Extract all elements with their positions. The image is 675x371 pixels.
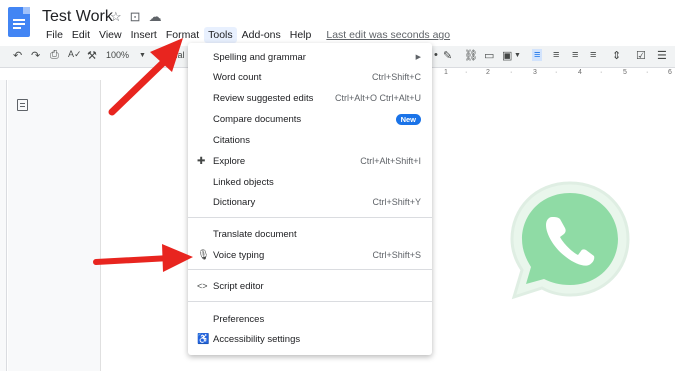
ruler-tick: · bbox=[465, 69, 468, 76]
menu-bar: File Edit View Insert Format Tools Add-o… bbox=[42, 27, 454, 43]
paint-format-icon[interactable]: ⚒ bbox=[87, 49, 97, 62]
menu-item-accessibility-settings[interactable]: ♿ Accessibility settings bbox=[188, 329, 432, 349]
menu-divider bbox=[188, 217, 432, 218]
menu-item-script-editor[interactable]: <> Script editor bbox=[188, 276, 432, 296]
tools-menu: Spelling and grammar ▶ Word count Ctrl+S… bbox=[188, 43, 432, 355]
align-right-icon[interactable]: ≡ bbox=[572, 49, 578, 61]
undo-icon[interactable]: ↶ bbox=[13, 49, 22, 62]
redo-icon[interactable]: ↷ bbox=[31, 49, 40, 62]
submenu-arrow-icon: ▶ bbox=[415, 54, 421, 61]
vertical-ruler[interactable] bbox=[0, 80, 7, 371]
google-docs-logo[interactable] bbox=[8, 7, 30, 37]
menu-item-compare-documents[interactable]: Compare documents New bbox=[188, 109, 432, 129]
menu-item-dictionary[interactable]: Dictionary Ctrl+Shift+Y bbox=[188, 192, 432, 212]
print-icon[interactable]: ⎙ bbox=[50, 49, 59, 62]
menu-tools[interactable]: Tools bbox=[204, 27, 237, 43]
move-folder-icon[interactable]: ⊡ bbox=[130, 9, 141, 25]
cloud-status-icon[interactable]: ☁ bbox=[149, 9, 162, 25]
menu-item-word-count[interactable]: Word count Ctrl+Shift+C bbox=[188, 67, 432, 87]
menu-divider bbox=[188, 269, 432, 270]
menu-divider bbox=[188, 301, 432, 302]
menu-item-preferences[interactable]: Preferences bbox=[188, 309, 432, 329]
document-title[interactable]: Test Work bbox=[42, 8, 113, 26]
ruler-tick: 4 bbox=[578, 69, 582, 76]
highlight-pen-icon[interactable]: ✎ bbox=[443, 49, 452, 62]
menu-insert[interactable]: Insert bbox=[127, 27, 161, 43]
menu-edit[interactable]: Edit bbox=[68, 27, 94, 43]
document-page[interactable] bbox=[100, 80, 188, 371]
more-icon[interactable]: • bbox=[434, 49, 438, 61]
spellcheck-icon[interactable]: A✓ bbox=[68, 49, 82, 60]
menu-format[interactable]: Format bbox=[162, 27, 203, 43]
align-left-icon[interactable]: ≡ bbox=[532, 49, 543, 61]
ruler-tick: · bbox=[600, 69, 603, 76]
star-icon[interactable]: ☆ bbox=[110, 9, 122, 25]
ruler-tick: 2 bbox=[486, 69, 490, 76]
menu-item-explore[interactable]: ✚ Explore Ctrl+Alt+Shift+I bbox=[188, 151, 432, 171]
image-dropdown-icon[interactable]: ▼ bbox=[514, 52, 521, 59]
menu-item-linked-objects[interactable]: Linked objects bbox=[188, 172, 432, 192]
menu-help[interactable]: Help bbox=[286, 27, 316, 43]
explore-icon: ✚ bbox=[197, 155, 206, 167]
horizontal-ruler[interactable]: · 1 · 2 · 3 · 4 · 5 · 6 bbox=[430, 69, 675, 78]
line-spacing-icon[interactable]: ⇕ bbox=[612, 49, 621, 62]
code-icon: <> bbox=[197, 281, 208, 291]
ruler-tick: 1 bbox=[444, 69, 448, 76]
accessibility-icon: ♿ bbox=[197, 333, 210, 345]
justify-icon[interactable]: ≡ bbox=[590, 49, 596, 61]
ruler-tick: 5 bbox=[623, 69, 627, 76]
checklist-icon[interactable]: ☑ bbox=[636, 49, 646, 62]
last-edit-link[interactable]: Last edit was seconds ago bbox=[322, 27, 454, 43]
ruler-tick: · bbox=[555, 69, 558, 76]
menu-item-translate-document[interactable]: Translate document bbox=[188, 224, 432, 244]
link-icon[interactable]: ⛓ bbox=[464, 49, 478, 62]
bulleted-list-icon[interactable]: ☰ bbox=[657, 49, 667, 62]
menu-file[interactable]: File bbox=[42, 27, 67, 43]
menu-addons[interactable]: Add-ons bbox=[238, 27, 285, 43]
image-icon[interactable]: ▣ bbox=[502, 49, 512, 62]
menu-item-citations[interactable]: Citations bbox=[188, 130, 432, 150]
ruler-tick: 6 bbox=[668, 69, 672, 76]
style-select[interactable]: mal bbox=[170, 50, 185, 60]
zoom-dropdown-icon[interactable]: ▼ bbox=[139, 52, 146, 59]
comment-icon[interactable]: ▭ bbox=[484, 49, 494, 62]
ruler-tick: · bbox=[510, 69, 513, 76]
menu-item-spelling-grammar[interactable]: Spelling and grammar ▶ bbox=[188, 47, 432, 67]
ruler-tick: · bbox=[646, 69, 649, 76]
zoom-select[interactable]: 100% bbox=[106, 50, 129, 60]
align-center-icon[interactable]: ≡ bbox=[553, 49, 559, 61]
menu-item-review-suggested-edits[interactable]: Review suggested edits Ctrl+Alt+O Ctrl+A… bbox=[188, 88, 432, 108]
new-badge: New bbox=[395, 113, 421, 125]
microphone-icon: 🎙 bbox=[197, 249, 210, 261]
ruler-tick: 3 bbox=[533, 69, 537, 76]
whatsapp-logo-icon bbox=[510, 181, 630, 300]
document-outline-icon[interactable] bbox=[17, 99, 28, 111]
menu-item-voice-typing[interactable]: 🎙 Voice typing Ctrl+Shift+S bbox=[188, 245, 432, 265]
menu-view[interactable]: View bbox=[95, 27, 126, 43]
